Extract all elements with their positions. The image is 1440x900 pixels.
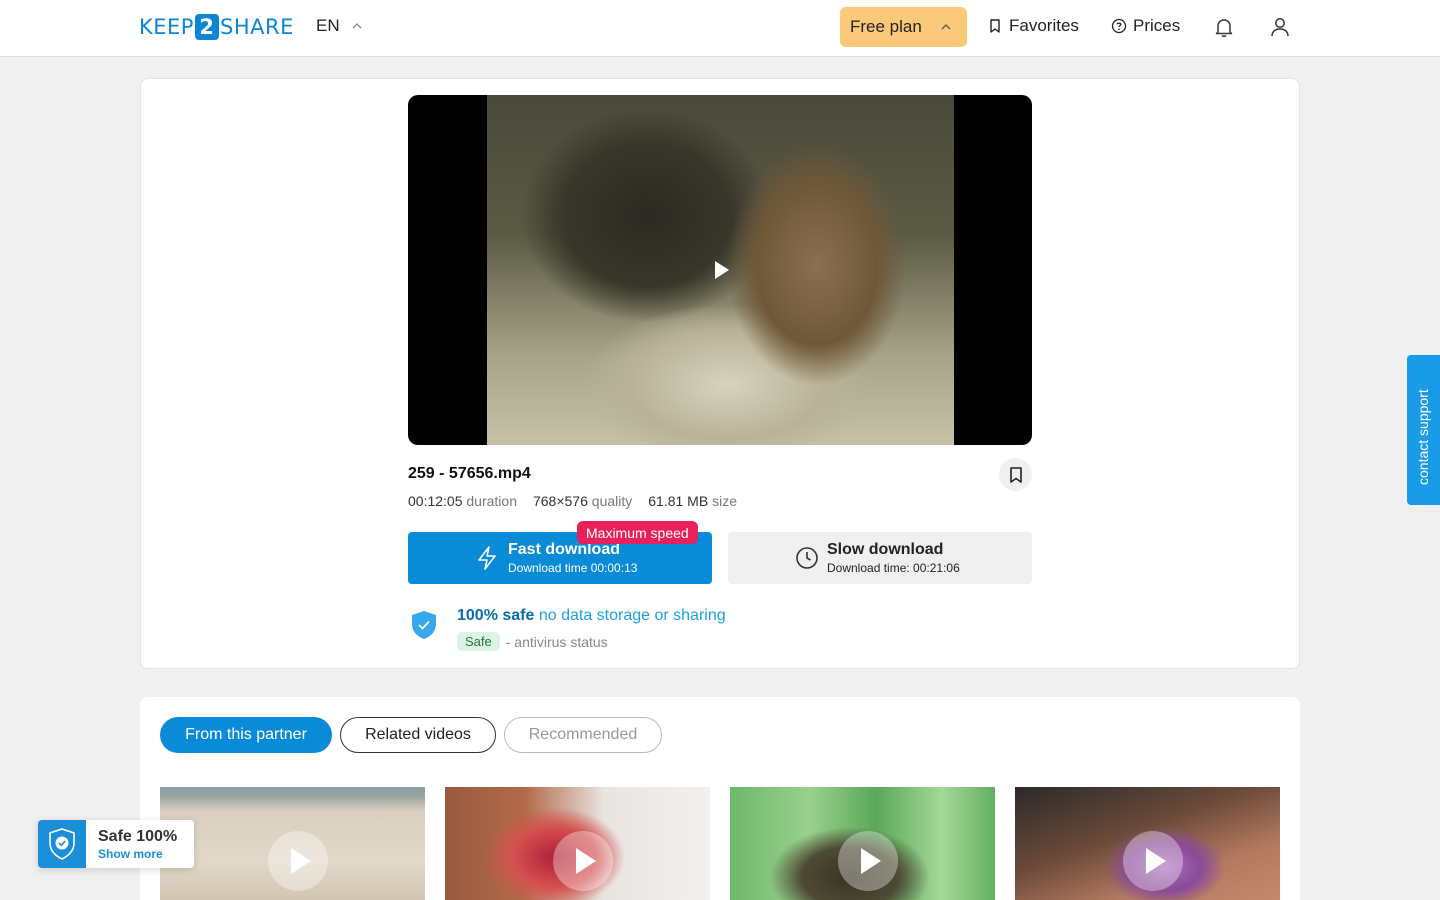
tab-related-videos[interactable]: Related videos (340, 717, 496, 753)
play-button[interactable] (553, 831, 613, 891)
video-thumbnail[interactable] (730, 787, 995, 900)
size-meta: 61.81 MB size (648, 493, 737, 509)
slow-download-time: Download time: 00:21:06 (827, 561, 960, 575)
safe-widget-badge (38, 820, 86, 868)
bookmark-icon (1009, 466, 1022, 483)
slow-download-title: Slow download (827, 541, 944, 558)
video-thumbnail[interactable] (160, 787, 425, 900)
bookmark-icon (990, 19, 1000, 33)
free-plan-label: Free plan (850, 17, 922, 36)
play-button[interactable] (268, 831, 328, 891)
contact-support-label: contact support (1415, 389, 1431, 485)
language-label: EN (316, 16, 340, 35)
favorites-link[interactable]: Favorites (987, 16, 1079, 36)
antivirus-status-text: - antivirus status (505, 633, 608, 650)
duration-label: duration (466, 493, 517, 509)
safety-light-text: no data storage or sharing (538, 607, 726, 624)
show-more-link[interactable]: Show more (98, 847, 163, 861)
safe-status-badge: Safe (457, 632, 500, 651)
size-value: 61.81 MB (648, 493, 709, 509)
play-icon (291, 848, 311, 874)
size-label: size (712, 493, 737, 509)
logo-text-share: SHARE (219, 15, 294, 39)
lightning-icon (478, 546, 496, 570)
play-icon (1146, 848, 1166, 874)
play-button[interactable] (838, 831, 898, 891)
file-name: 259 - 57656.mp4 (408, 465, 531, 482)
tab-from-this-partner[interactable]: From this partner (160, 717, 332, 753)
contact-support-tab[interactable]: contact support (1407, 355, 1440, 505)
logo-text-keep: KEEP (139, 15, 194, 39)
file-meta: 00:12:05 duration 768×576 quality 61.81 … (408, 493, 737, 509)
safe-widget[interactable]: Safe 100% Show more (38, 820, 194, 868)
quality-label: quality (591, 493, 633, 509)
chevron-up-icon (941, 24, 951, 30)
logo-text-two: 2 (194, 14, 219, 40)
prices-link[interactable]: Prices (1111, 16, 1180, 36)
safety-strong-text: 100% safe (457, 607, 535, 624)
add-favorite-button[interactable] (999, 458, 1032, 491)
safe-widget-title: Safe 100% (98, 828, 178, 845)
tab-recommended[interactable]: Recommended (504, 717, 662, 753)
play-icon (576, 848, 596, 874)
play-icon[interactable] (714, 260, 730, 280)
shield-check-icon (412, 611, 436, 639)
chevron-up-icon (352, 23, 362, 29)
safety-statement: 100% safe no data storage or sharing (457, 607, 726, 625)
help-circle-icon (1111, 18, 1127, 34)
duration-meta: 00:12:05 duration (408, 493, 517, 509)
prices-label: Prices (1133, 16, 1181, 35)
language-selector[interactable]: EN (316, 16, 362, 36)
bell-icon[interactable] (1212, 15, 1236, 39)
fast-download-time: Download time 00:00:13 (508, 561, 638, 575)
antivirus-status: Safe - antivirus status (457, 632, 608, 651)
slow-download-button[interactable]: Slow download Download time: 00:21:06 (728, 532, 1032, 584)
free-plan-button[interactable]: Free plan (840, 7, 967, 47)
maximum-speed-badge: Maximum speed (577, 521, 698, 544)
user-icon[interactable] (1268, 15, 1292, 39)
shield-check-icon (49, 828, 75, 860)
video-player[interactable] (408, 95, 1032, 445)
clock-icon (796, 547, 818, 569)
video-thumbnail[interactable] (445, 787, 710, 900)
play-button[interactable] (1123, 831, 1183, 891)
top-header: KEEP 2 SHARE EN Free plan Favorites Pric… (0, 0, 1440, 57)
favorites-label: Favorites (1009, 16, 1079, 35)
play-icon (861, 848, 881, 874)
video-thumbnail[interactable] (1015, 787, 1280, 900)
quality-value: 768×576 (532, 493, 588, 509)
keep2share-logo[interactable]: KEEP 2 SHARE (139, 14, 294, 40)
duration-value: 00:12:05 (408, 493, 463, 509)
quality-meta: 768×576 quality (533, 493, 632, 509)
